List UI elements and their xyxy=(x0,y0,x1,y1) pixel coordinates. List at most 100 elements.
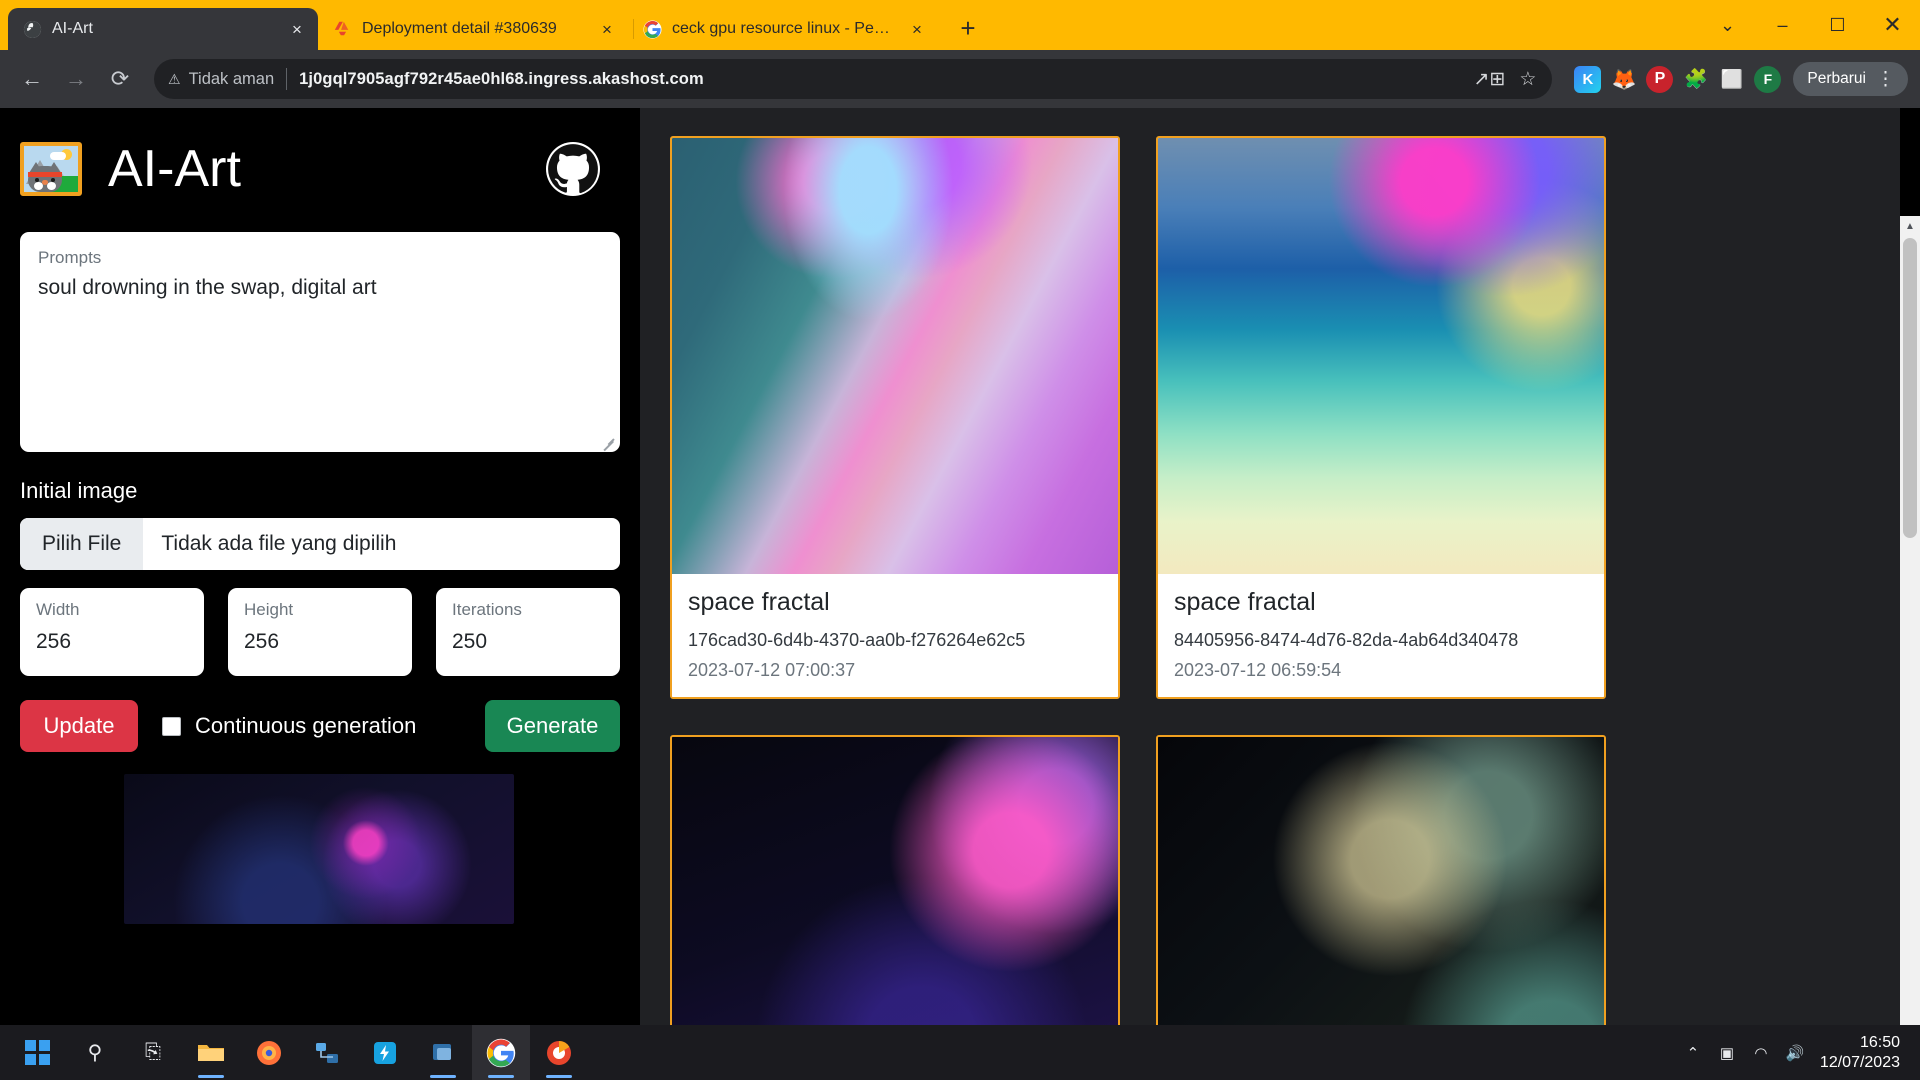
side-panel-icon[interactable]: ⬜ xyxy=(1718,66,1745,93)
scroll-up-arrow-icon[interactable]: ▲ xyxy=(1900,216,1920,236)
gallery-card[interactable]: space fractal 176cad30-6d4b-4370-aa0b-f2… xyxy=(670,136,1120,699)
wifi-icon[interactable]: ◠ xyxy=(1744,1025,1778,1080)
forward-button[interactable]: → xyxy=(56,59,96,99)
card-artwork[interactable] xyxy=(1158,737,1604,1025)
file-input[interactable]: Pilih File Tidak ada file yang dipilih xyxy=(20,518,620,570)
iterations-field[interactable]: Iterations 250 xyxy=(436,588,620,676)
browser-tab-ai-art[interactable]: AI-Art × xyxy=(8,8,318,50)
prompt-value: soul drowning in the swap, digital art xyxy=(38,276,602,300)
height-field[interactable]: Height 256 xyxy=(228,588,412,676)
reload-button[interactable]: ⟳ xyxy=(100,59,140,99)
card-body: space fractal 84405956-8474-4d76-82da-4a… xyxy=(1158,574,1604,697)
bolt-app-icon[interactable] xyxy=(356,1025,414,1080)
ai-art-app-icon[interactable] xyxy=(530,1025,588,1080)
gallery-card[interactable] xyxy=(1156,735,1606,1025)
tab-search-chevron-icon[interactable]: ⌄ xyxy=(1700,2,1755,48)
card-title: space fractal xyxy=(688,588,1102,617)
file-status-text: Tidak ada file yang dipilih xyxy=(143,532,396,556)
close-window-button[interactable]: ✕ xyxy=(1865,2,1920,48)
resize-handle-icon[interactable] xyxy=(601,434,615,448)
update-browser-button[interactable]: Perbarui ⋮ xyxy=(1793,62,1908,96)
back-button[interactable]: ← xyxy=(12,59,52,99)
windows-taskbar: ⚲ ⎘ xyxy=(0,1025,1920,1080)
globe-icon xyxy=(22,19,42,39)
continuous-generation-label: Continuous generation xyxy=(195,713,416,739)
extensions-puzzle-icon[interactable]: 🧩 xyxy=(1682,66,1709,93)
new-tab-button[interactable]: + xyxy=(948,8,988,48)
gallery-card[interactable]: space fractal 84405956-8474-4d76-82da-4a… xyxy=(1156,136,1606,699)
preview-image xyxy=(124,774,514,924)
windows-start-icon[interactable] xyxy=(8,1025,66,1080)
prompt-textarea[interactable]: Prompts soul drowning in the swap, digit… xyxy=(20,232,620,452)
security-label: Tidak aman xyxy=(189,70,275,89)
tab-title: ceck gpu resource linux - Penelu xyxy=(672,20,896,38)
generate-button[interactable]: Generate xyxy=(485,700,620,752)
update-button[interactable]: Update xyxy=(20,700,138,752)
continuous-generation-checkbox[interactable] xyxy=(162,717,181,736)
width-label: Width xyxy=(36,600,188,620)
google-icon xyxy=(642,19,662,39)
search-icon[interactable]: ⚲ xyxy=(66,1025,124,1080)
system-tray: ⌃ ▣ ◠ 🔊 16:50 12/07/2023 xyxy=(1676,1025,1920,1080)
volume-icon[interactable]: 🔊 xyxy=(1778,1025,1812,1080)
kaspersky-extension-icon[interactable]: K xyxy=(1574,66,1601,93)
page-scrollbar[interactable]: ▲ ▼ xyxy=(1900,216,1920,1025)
akash-icon xyxy=(332,19,352,39)
browser-menu-icon[interactable]: ⋮ xyxy=(1876,68,1894,91)
tab-close-icon[interactable]: × xyxy=(286,18,308,40)
tab-strip: AI-Art × Deployment detail #380639 × cec… xyxy=(0,0,1920,50)
extension-icons: K 🦊 P 🧩 ⬜ F xyxy=(1566,66,1781,93)
firefox-extension-icon[interactable]: 🦊 xyxy=(1610,66,1637,93)
prompt-label: Prompts xyxy=(38,248,602,268)
profile-avatar[interactable]: F xyxy=(1754,66,1781,93)
scrollbar-thumb[interactable] xyxy=(1903,238,1917,538)
maximize-button[interactable]: ☐ xyxy=(1810,2,1865,48)
pinterest-extension-icon[interactable]: P xyxy=(1646,66,1673,93)
browser-tab-deployment[interactable]: Deployment detail #380639 × xyxy=(318,8,628,50)
width-field[interactable]: Width 256 xyxy=(20,588,204,676)
browser-tab-search[interactable]: ceck gpu resource linux - Penelu × xyxy=(628,8,938,50)
url-text: 1j0gql7905agf792r45ae0hl68.ingress.akash… xyxy=(299,70,704,89)
dimension-fields: Width 256 Height 256 Iterations 250 xyxy=(20,588,620,676)
iterations-value: 250 xyxy=(452,630,604,654)
card-date: 2023-07-12 07:00:37 xyxy=(688,660,1102,681)
clock-date: 12/07/2023 xyxy=(1820,1053,1900,1073)
continuous-generation-control[interactable]: Continuous generation xyxy=(162,713,416,739)
tab-close-icon[interactable]: × xyxy=(906,18,928,40)
browser-toolbar: ← → ⟳ ⚠ Tidak aman 1j0gql7905agf792r45ae… xyxy=(0,50,1920,108)
card-date: 2023-07-12 06:59:54 xyxy=(1174,660,1588,681)
card-artwork[interactable] xyxy=(672,737,1118,1025)
display-icon[interactable]: ▣ xyxy=(1710,1025,1744,1080)
initial-image-label: Initial image xyxy=(20,478,620,504)
app-header: AI-Art xyxy=(20,134,620,204)
action-row: Update Continuous generation Generate xyxy=(20,700,620,752)
security-status[interactable]: ⚠ Tidak aman xyxy=(168,70,274,89)
choose-file-button[interactable]: Pilih File xyxy=(20,518,143,570)
card-artwork[interactable] xyxy=(1158,138,1604,574)
minimize-button[interactable]: – xyxy=(1755,2,1810,48)
chrome-icon[interactable] xyxy=(472,1025,530,1080)
page-title: AI-Art xyxy=(108,139,241,199)
update-browser-label: Perbarui xyxy=(1807,70,1866,88)
chevron-up-icon[interactable]: ⌃ xyxy=(1676,1025,1710,1080)
card-id: 176cad30-6d4b-4370-aa0b-f276264e62c5 xyxy=(688,630,1102,651)
tab-close-icon[interactable]: × xyxy=(596,18,618,40)
github-icon[interactable] xyxy=(546,142,600,196)
gallery-panel: space fractal 176cad30-6d4b-4370-aa0b-f2… xyxy=(640,108,1900,1025)
page-content: AI-Art Prompts soul drowning in the swap… xyxy=(0,108,1920,1025)
address-bar[interactable]: ⚠ Tidak aman 1j0gql7905agf792r45ae0hl68.… xyxy=(154,59,1552,99)
file-explorer-icon[interactable] xyxy=(182,1025,240,1080)
screen: AI-Art × Deployment detail #380639 × cec… xyxy=(0,0,1920,1080)
gallery-card[interactable] xyxy=(670,735,1120,1025)
clock[interactable]: 16:50 12/07/2023 xyxy=(1812,1033,1908,1073)
editor-icon[interactable] xyxy=(414,1025,472,1080)
card-artwork[interactable] xyxy=(672,138,1118,574)
share-icon[interactable]: ↗⊞ xyxy=(1474,68,1506,91)
network-app-icon[interactable] xyxy=(298,1025,356,1080)
clock-time: 16:50 xyxy=(1860,1033,1900,1053)
star-icon[interactable]: ☆ xyxy=(1519,68,1536,91)
card-id: 84405956-8474-4d76-82da-4ab64d340478 xyxy=(1174,630,1588,651)
framed-picture-icon xyxy=(20,142,82,196)
task-view-icon[interactable]: ⎘ xyxy=(124,1025,182,1080)
firefox-icon[interactable] xyxy=(240,1025,298,1080)
